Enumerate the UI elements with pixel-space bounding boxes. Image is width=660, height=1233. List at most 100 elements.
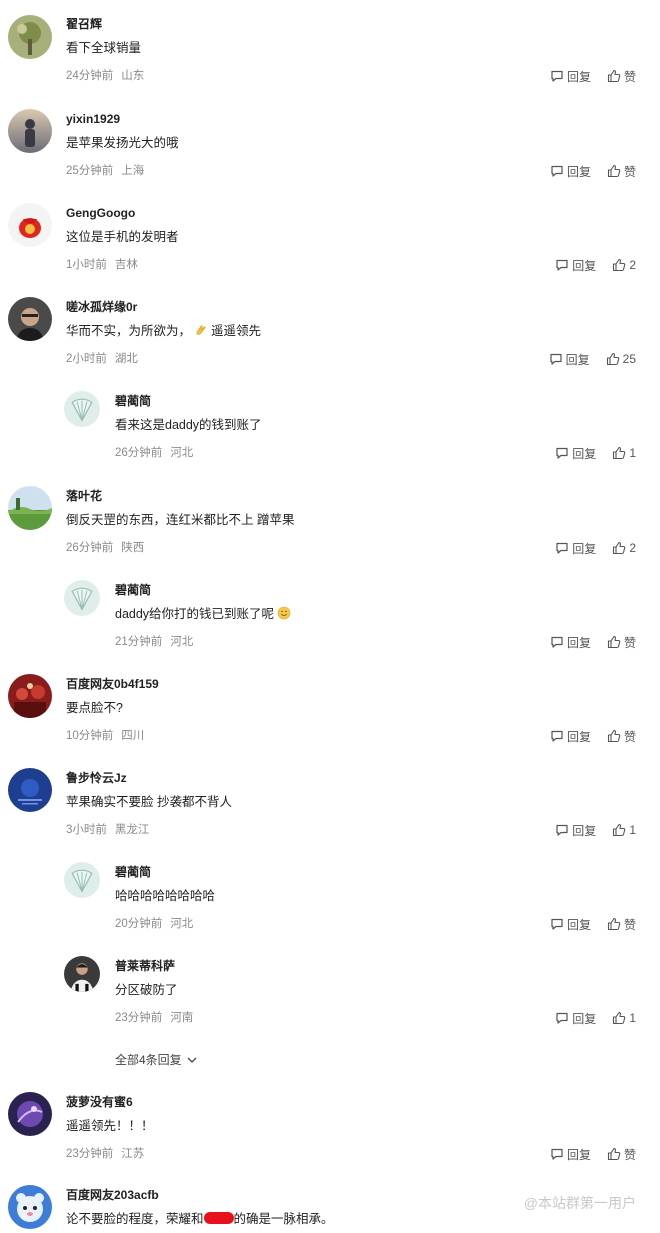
- username[interactable]: 普莱蒂科萨: [115, 958, 175, 974]
- reply-icon: [551, 636, 563, 648]
- avatar[interactable]: [8, 15, 52, 59]
- like-count: 1: [629, 1011, 636, 1025]
- avatar[interactable]: [64, 391, 100, 427]
- avatar[interactable]: [64, 956, 100, 992]
- reply-button[interactable]: 回复: [550, 916, 591, 933]
- reply-button[interactable]: 回复: [550, 634, 591, 651]
- reply-button[interactable]: 回复: [549, 351, 590, 368]
- comment-actions: 回复 25: [549, 350, 636, 368]
- reply-label: 回复: [566, 164, 591, 179]
- comment-text: 要点脸不?: [66, 701, 123, 715]
- avatar[interactable]: [8, 1092, 52, 1136]
- like-count: 25: [622, 352, 636, 366]
- comment-time: 20分钟前: [115, 918, 163, 930]
- thumbs-up-icon: [613, 446, 626, 460]
- reply-button[interactable]: 回复: [550, 163, 591, 180]
- thumbs-up-icon: [607, 729, 621, 743]
- avatar[interactable]: [8, 297, 52, 341]
- comment-location: 吉林: [114, 259, 138, 271]
- avatar[interactable]: [8, 486, 52, 530]
- username[interactable]: 菠萝没有蜜6: [66, 1094, 133, 1110]
- username[interactable]: GengGoogo: [66, 205, 135, 221]
- avatar[interactable]: [8, 674, 52, 718]
- comment-meta: 24分钟前 山东: [66, 68, 144, 84]
- reply-button[interactable]: 回复: [550, 68, 591, 85]
- comment-text: 看来这是daddy的钱到账了: [115, 418, 262, 432]
- username[interactable]: 碧蔺简: [115, 393, 151, 409]
- username[interactable]: 嗟冰孤烊缘0r: [66, 299, 137, 315]
- avatar[interactable]: [64, 862, 100, 898]
- comment-location: 湖北: [114, 353, 138, 365]
- like-button[interactable]: 赞: [607, 916, 636, 933]
- expand-replies-button[interactable]: 全部4条回复: [115, 1051, 198, 1068]
- username[interactable]: yixin1929: [66, 111, 120, 127]
- thumbs-up-icon: [607, 69, 621, 83]
- like-count: 1: [629, 823, 636, 837]
- reply-icon: [556, 542, 568, 554]
- comment-text-part: daddy给你打的钱已到账了呢: [115, 607, 275, 621]
- username[interactable]: 百度网友203acfb: [66, 1187, 159, 1203]
- like-button[interactable]: 2: [612, 541, 636, 555]
- reply-button[interactable]: 回复: [555, 822, 596, 839]
- reply-label: 回复: [566, 1147, 591, 1162]
- reply-button[interactable]: 回复: [555, 257, 596, 274]
- thumbs-up-icon: [613, 1011, 626, 1025]
- like-button[interactable]: 赞: [607, 1146, 636, 1163]
- like-button[interactable]: 赞: [607, 634, 636, 651]
- comment-time: 21分钟前: [115, 636, 163, 648]
- reply-button[interactable]: 回复: [555, 445, 596, 462]
- reply-icon: [551, 730, 563, 742]
- avatar[interactable]: [64, 580, 100, 616]
- comment-item: 翟召辉 看下全球销量 24分钟前 山东 回复 赞: [0, 10, 660, 100]
- comment-location: 河北: [170, 636, 194, 648]
- like-button[interactable]: 2: [612, 258, 636, 272]
- comment-item: 菠萝没有蜜6 遥遥领先！！！ 23分钟前 江苏 回复 赞: [0, 1088, 660, 1178]
- reply-button[interactable]: 回复: [550, 1146, 591, 1163]
- username[interactable]: 百度网友0b4f159: [66, 676, 159, 692]
- reply-icon: [556, 824, 568, 836]
- avatar[interactable]: [8, 203, 52, 247]
- comment-meta: 3小时前 黑龙江: [66, 822, 149, 838]
- reply-label: 回复: [572, 823, 597, 838]
- username[interactable]: 碧蔺简: [115, 864, 151, 880]
- like-count: 赞: [623, 1147, 636, 1162]
- reply-button[interactable]: 回复: [555, 540, 596, 557]
- avatar[interactable]: [8, 768, 52, 812]
- like-button[interactable]: 1: [612, 446, 636, 460]
- reply-label: 回复: [572, 258, 597, 273]
- username[interactable]: 翟召辉: [66, 16, 102, 32]
- comment-text: 华而不实，为所欲为， 遥遥领先: [66, 322, 261, 342]
- comment-location: 黑龙江: [114, 824, 150, 836]
- like-button[interactable]: 25: [606, 352, 636, 366]
- comment-actions: 回复 2: [555, 256, 636, 274]
- comment-item: 百度网友0b4f159 要点脸不? 10分钟前 四川 回复 赞: [0, 670, 660, 760]
- comment-meta: 21分钟前 河北: [115, 634, 193, 650]
- reply-button[interactable]: 回复: [550, 728, 591, 745]
- comment-meta: 25分钟前 上海: [66, 163, 144, 179]
- reply-icon: [556, 259, 568, 271]
- avatar[interactable]: [8, 1185, 52, 1229]
- avatar[interactable]: [8, 109, 52, 153]
- like-button[interactable]: 1: [612, 823, 636, 837]
- comment-time: 26分钟前: [115, 447, 163, 459]
- comment-item: 嗟冰孤烊缘0r 华而不实，为所欲为， 遥遥领先 2小时前 湖北 回复 25: [0, 293, 660, 383]
- comment-text: 是苹果发扬光大的哦: [66, 136, 179, 150]
- username[interactable]: 碧蔺简: [115, 582, 151, 598]
- comment-meta: 26分钟前 河北: [115, 445, 193, 461]
- comment-location: 江苏: [121, 1148, 145, 1160]
- like-count: 赞: [623, 635, 636, 650]
- like-button[interactable]: 赞: [607, 163, 636, 180]
- reply-button[interactable]: 回复: [555, 1010, 596, 1027]
- reply-label: 回复: [566, 635, 591, 650]
- like-button[interactable]: 赞: [607, 68, 636, 85]
- username[interactable]: 落叶花: [66, 488, 102, 504]
- reply-label: 回复: [566, 729, 591, 744]
- like-button[interactable]: 赞: [607, 728, 636, 745]
- like-button[interactable]: 1: [612, 1011, 636, 1025]
- comment-item: 落叶花 倒反天罡的东西，连红米都比不上 蹭苹果 26分钟前 陕西 回复 2: [0, 482, 660, 572]
- comment-meta: 26分钟前 陕西: [66, 540, 144, 556]
- reply-icon: [550, 353, 562, 365]
- username[interactable]: 鲁步怜云Jz: [66, 770, 127, 786]
- comment-meta: 1小时前 吉林: [66, 257, 138, 273]
- like-count: 1: [629, 446, 636, 460]
